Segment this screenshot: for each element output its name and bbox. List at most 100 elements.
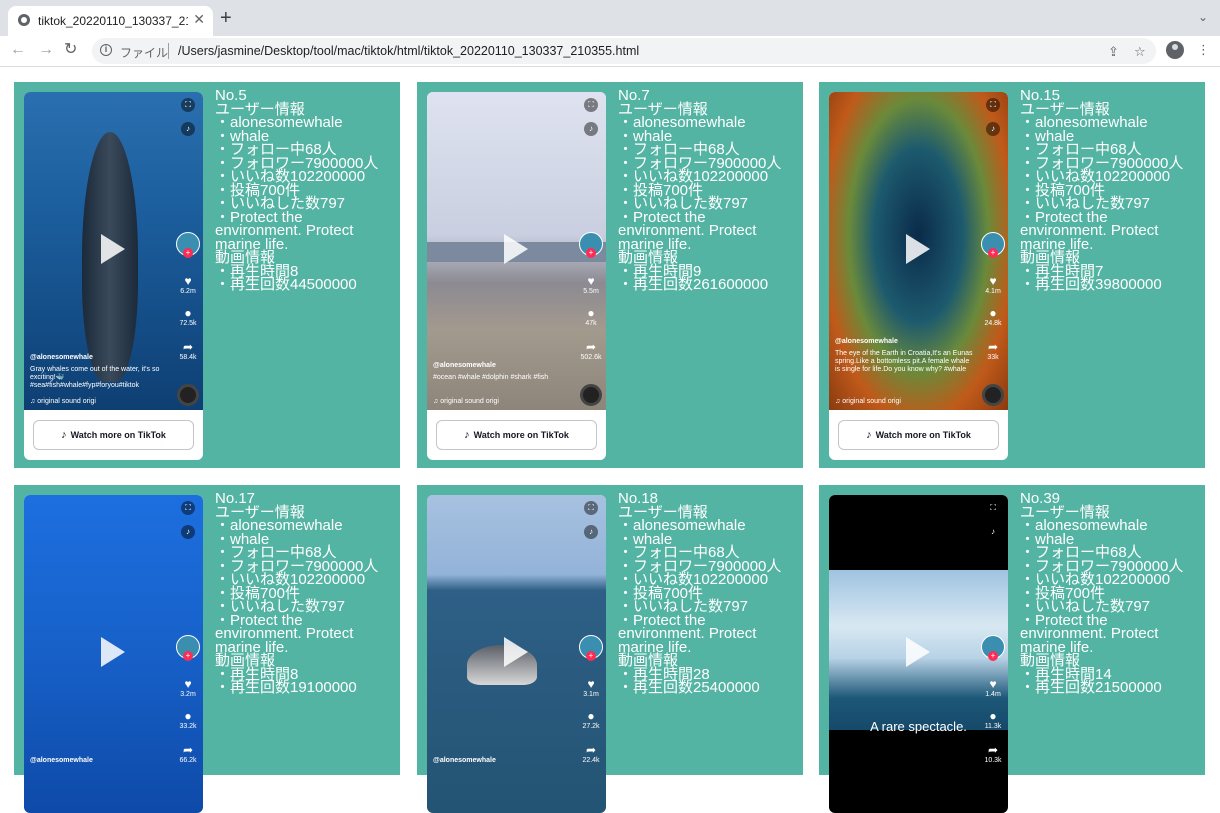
share-button[interactable]: ➦ 502.6k (580, 340, 602, 361)
video-caption: @alonesomewhale The eye of the Earth in … (835, 338, 973, 373)
heart-icon: ♥ (587, 274, 595, 288)
play-icon[interactable] (101, 637, 125, 667)
tiktok-logo-icon: ♪ (61, 429, 67, 441)
volume-icon[interactable]: ♪ (584, 122, 598, 136)
tiktok-logo-icon: ♪ (464, 429, 470, 441)
info-text: No.17 ユーザー情報 ・alonesomewhale ・whale ・フォロ… (215, 491, 395, 694)
volume-icon[interactable]: ♪ (584, 525, 598, 539)
share-button[interactable]: ➦ 33k (982, 340, 1004, 361)
like-button[interactable]: ♥ 5.5m (580, 274, 602, 295)
star-icon[interactable]: ☆ (1134, 44, 1146, 60)
volume-icon[interactable]: ♪ (181, 122, 195, 136)
reload-button[interactable]: ↻ (64, 40, 77, 60)
fullscreen-icon[interactable]: ⛶ (584, 501, 598, 515)
volume-icon[interactable]: ♪ (986, 525, 1000, 539)
comment-icon: ● (587, 306, 595, 320)
tiktok-embed[interactable]: ⛶ ♪ ♥3.1m ●27.2k ➦22.4k @alonesomewhale (427, 495, 606, 813)
play-icon[interactable] (906, 234, 930, 264)
share-button[interactable]: ➦ 22.4k (580, 743, 602, 764)
video-thumbnail[interactable]: ⛶ ♪ ♥6.2m ●72.5k ➦58.4k @alonesomewhale … (24, 92, 203, 410)
heart-icon: ♥ (184, 677, 192, 691)
volume-icon[interactable]: ♪ (181, 525, 195, 539)
play-icon[interactable] (906, 637, 930, 667)
plays: ・再生回数261600000 (618, 276, 769, 293)
watch-more-button[interactable]: ♪ Watch more on TikTok (436, 420, 597, 450)
play-icon[interactable] (101, 234, 125, 264)
comment-button[interactable]: ● 47k (580, 306, 602, 327)
video-caption: @alonesomewhale #ocean #whale #dolphin #… (433, 362, 549, 381)
comment-icon: ● (989, 306, 997, 320)
fullscreen-icon[interactable]: ⛶ (986, 501, 1000, 515)
video-thumbnail[interactable]: ⛶ ♪ ♥1.4m ●11.3k ➦10.3k A rare spectacle… (829, 495, 1008, 813)
creator-avatar[interactable] (176, 635, 200, 661)
watch-more-button[interactable]: ♪ Watch more on TikTok (33, 420, 194, 450)
play-icon[interactable] (504, 234, 528, 264)
fullscreen-icon[interactable]: ⛶ (181, 98, 195, 112)
share-button[interactable]: ➦ 66.2k (177, 743, 199, 764)
plays: ・再生回数44500000 (215, 276, 357, 293)
watch-more-button[interactable]: ♪ Watch more on TikTok (838, 420, 999, 450)
creator-avatar[interactable] (579, 232, 603, 258)
video-thumbnail[interactable]: ⛶ ♪ ♥3.2m ●33.2k ➦66.2k @alonesomewhale (24, 495, 203, 813)
video-thumbnail[interactable]: ⛶ ♪ ♥4.1m ●24.8k ➦33k @alonesomewhale Th… (829, 92, 1008, 410)
music-label[interactable]: ♫ original sound origi (433, 398, 499, 405)
comment-icon: ● (184, 306, 192, 320)
tiktok-embed[interactable]: ⛶ ♪ ♥1.4m ●11.3k ➦10.3k A rare spectacle… (829, 495, 1008, 813)
info-icon[interactable]: i (100, 44, 112, 56)
back-button[interactable]: ← (10, 40, 26, 60)
tiktok-embed[interactable]: ⛶ ♪ ♥4.1m ●24.8k ➦33k @alonesomewhale Th… (829, 92, 1008, 460)
like-button[interactable]: ♥ 3.1m (580, 677, 602, 698)
comment-button[interactable]: ● 27.2k (580, 709, 602, 730)
info-text: No.7 ユーザー情報 ・alonesomewhale ・whale ・フォロー… (618, 88, 798, 293)
url-text[interactable]: /Users/jasmine/Desktop/tool/mac/tiktok/h… (178, 44, 639, 58)
comment-icon: ● (184, 709, 192, 723)
like-button[interactable]: ♥ 1.4m (982, 677, 1004, 698)
share-button[interactable]: ➦ 58.4k (177, 340, 199, 361)
share-button[interactable]: ➦ 10.3k (982, 743, 1004, 764)
forward-button[interactable]: → (38, 40, 54, 60)
volume-icon[interactable]: ♪ (986, 122, 1000, 136)
video-thumbnail[interactable]: ⛶ ♪ ♥5.5m ●47k ➦502.6k @alonesomewhale #… (427, 92, 606, 410)
info-text: No.39 ユーザー情報 ・alonesomewhale ・whale ・フォロ… (1020, 491, 1200, 696)
fullscreen-icon[interactable]: ⛶ (181, 501, 195, 515)
divider (168, 43, 169, 59)
video-thumbnail[interactable]: ⛶ ♪ ♥3.1m ●27.2k ➦22.4k @alonesomewhale (427, 495, 606, 813)
video-card: ⛶ ♪ ♥1.4m ●11.3k ➦10.3k A rare spectacle… (819, 485, 1205, 813)
plays: ・再生回数21500000 (1020, 679, 1162, 696)
tiktok-embed[interactable]: ⛶ ♪ ♥6.2m ●72.5k ➦58.4k @alonesomewhale … (24, 92, 203, 460)
like-button[interactable]: ♥ 6.2m (177, 274, 199, 295)
play-icon[interactable] (504, 637, 528, 667)
like-button[interactable]: ♥ 4.1m (982, 274, 1004, 295)
share-arrow-icon: ➦ (585, 340, 597, 354)
like-button[interactable]: ♥ 3.2m (177, 677, 199, 698)
music-disc-icon[interactable] (177, 384, 199, 406)
music-disc-icon[interactable] (580, 384, 602, 406)
music-disc-icon[interactable] (982, 384, 1004, 406)
tab-title: tiktok_20220110_130337_210355.html (38, 14, 188, 28)
new-tab-button[interactable]: + (220, 8, 232, 28)
close-tab-icon[interactable]: ✕ (193, 11, 205, 27)
creator-avatar[interactable] (981, 232, 1005, 258)
menu-icon[interactable]: ⋮ (1197, 42, 1210, 58)
music-label[interactable]: ♫ original sound origi (835, 398, 901, 405)
address-bar[interactable]: i ファイル /Users/jasmine/Desktop/tool/mac/t… (92, 38, 1156, 64)
fullscreen-icon[interactable]: ⛶ (584, 98, 598, 112)
profile-avatar[interactable] (1166, 41, 1184, 59)
comment-button[interactable]: ● 24.8k (982, 306, 1004, 327)
heart-icon: ♥ (184, 274, 192, 288)
video-caption: @alonesomewhale (433, 757, 496, 764)
browser-tab[interactable]: tiktok_20220110_130337_210355.html ✕ (8, 6, 213, 36)
tiktok-embed[interactable]: ⛶ ♪ ♥5.5m ●47k ➦502.6k @alonesomewhale #… (427, 92, 606, 460)
creator-avatar[interactable] (579, 635, 603, 661)
creator-avatar[interactable] (176, 232, 200, 258)
tiktok-embed[interactable]: ⛶ ♪ ♥3.2m ●33.2k ➦66.2k @alonesomewhale (24, 495, 203, 813)
comment-button[interactable]: ● 72.5k (177, 306, 199, 327)
comment-button[interactable]: ● 33.2k (177, 709, 199, 730)
creator-avatar[interactable] (981, 635, 1005, 661)
chevron-down-icon[interactable]: ⌄ (1198, 10, 1208, 24)
share-icon[interactable]: ⇪ (1108, 44, 1119, 60)
heart-icon: ♥ (989, 677, 997, 691)
video-card: ⛶ ♪ ♥4.1m ●24.8k ➦33k @alonesomewhale Th… (819, 82, 1205, 468)
music-label[interactable]: ♫ original sound origi (30, 398, 96, 405)
fullscreen-icon[interactable]: ⛶ (986, 98, 1000, 112)
